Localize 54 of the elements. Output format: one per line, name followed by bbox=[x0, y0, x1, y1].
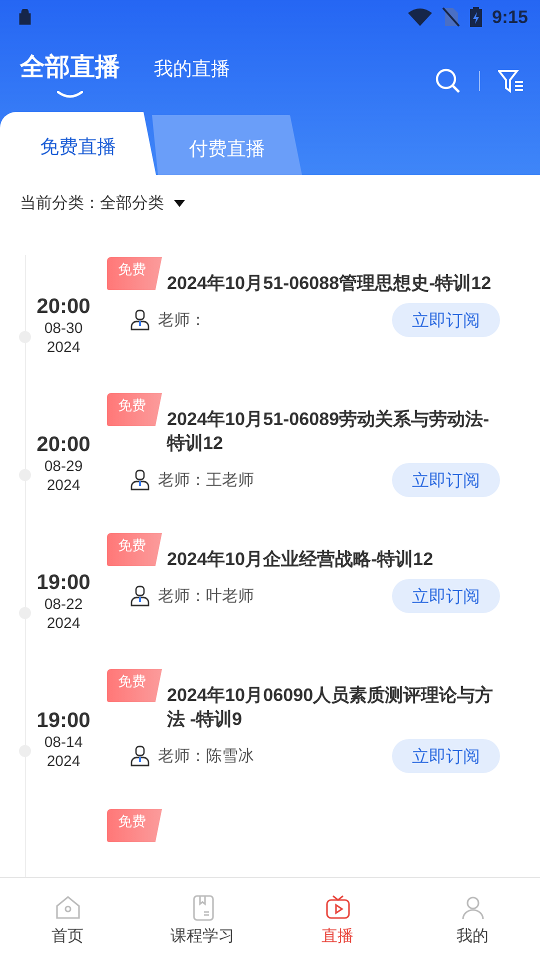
teacher-icon bbox=[130, 745, 150, 767]
live-title: 2024年10月51-06089劳动关系与劳动法-特训12 bbox=[167, 408, 490, 455]
live-type-tab[interactable]: 付费直播 bbox=[152, 115, 302, 175]
live-time: 19:00 bbox=[36, 571, 90, 595]
live-title: 2024年10月51-06088管理思想史-特训12 bbox=[167, 272, 492, 295]
free-tag: 免费 bbox=[107, 533, 162, 566]
nav-tab[interactable]: 首页 bbox=[0, 878, 135, 960]
category-dropdown[interactable]: 全部分类 bbox=[100, 192, 185, 214]
header-tab[interactable]: 全部直播 bbox=[20, 50, 120, 99]
no-sim-icon bbox=[442, 7, 460, 27]
clock: 9:15 bbox=[492, 6, 528, 28]
live-date: 08-14 bbox=[44, 733, 83, 752]
free-tag: 免费 bbox=[107, 393, 162, 426]
teacher-name: 老师： bbox=[158, 310, 207, 330]
subscribe-button[interactable]: 立即订阅 bbox=[392, 739, 500, 773]
wifi-icon bbox=[408, 8, 432, 26]
nav-tab[interactable]: 我的 bbox=[405, 878, 540, 960]
live-date: 08-22 bbox=[44, 595, 83, 614]
free-tag: 免费 bbox=[107, 257, 162, 290]
subscribe-button[interactable]: 立即订阅 bbox=[392, 463, 500, 497]
teacher-icon bbox=[130, 469, 150, 491]
home-icon bbox=[54, 894, 82, 922]
live-time: 20:00 bbox=[36, 295, 90, 319]
teacher-name: 老师：叶老师 bbox=[158, 586, 255, 606]
live-date: 08-30 bbox=[44, 319, 83, 338]
live-year: 2024 bbox=[46, 476, 80, 495]
live-title: 2024年10月06090人员素质测评理论与方法 -特训9 bbox=[167, 684, 494, 731]
live-type-tab[interactable]: 免费直播 bbox=[0, 112, 156, 175]
battery-icon bbox=[470, 7, 482, 27]
teacher-name: 老师：陈雪冰 bbox=[158, 746, 255, 766]
nav-tab[interactable]: 直播 bbox=[270, 878, 405, 960]
smile-indicator-icon bbox=[57, 91, 83, 99]
live-time: 20:00 bbox=[36, 433, 90, 457]
search-icon[interactable] bbox=[435, 68, 461, 94]
teacher-icon bbox=[130, 309, 150, 331]
live-year: 2024 bbox=[46, 338, 80, 357]
live-time: 19:00 bbox=[36, 709, 90, 733]
filter-icon[interactable] bbox=[498, 69, 524, 93]
subscribe-button[interactable]: 立即订阅 bbox=[392, 579, 500, 613]
bag-icon bbox=[18, 9, 32, 25]
free-tag: 免费 bbox=[107, 669, 162, 702]
category-label: 当前分类： bbox=[20, 192, 100, 214]
teacher-name: 老师：王老师 bbox=[158, 470, 255, 490]
tv-icon bbox=[324, 894, 352, 922]
live-year: 2024 bbox=[46, 752, 80, 771]
teacher-icon bbox=[130, 585, 150, 607]
live-title: 2024年10月企业经营战略-特训12 bbox=[167, 548, 434, 571]
live-year: 2024 bbox=[46, 614, 80, 633]
live-date: 08-29 bbox=[44, 457, 83, 476]
header-tab[interactable]: 我的直播 bbox=[154, 56, 230, 99]
subscribe-button[interactable]: 立即订阅 bbox=[392, 303, 500, 337]
nav-tab[interactable]: 课程学习 bbox=[135, 878, 270, 960]
caret-icon bbox=[174, 200, 185, 206]
free-tag: 免费 bbox=[107, 809, 162, 842]
